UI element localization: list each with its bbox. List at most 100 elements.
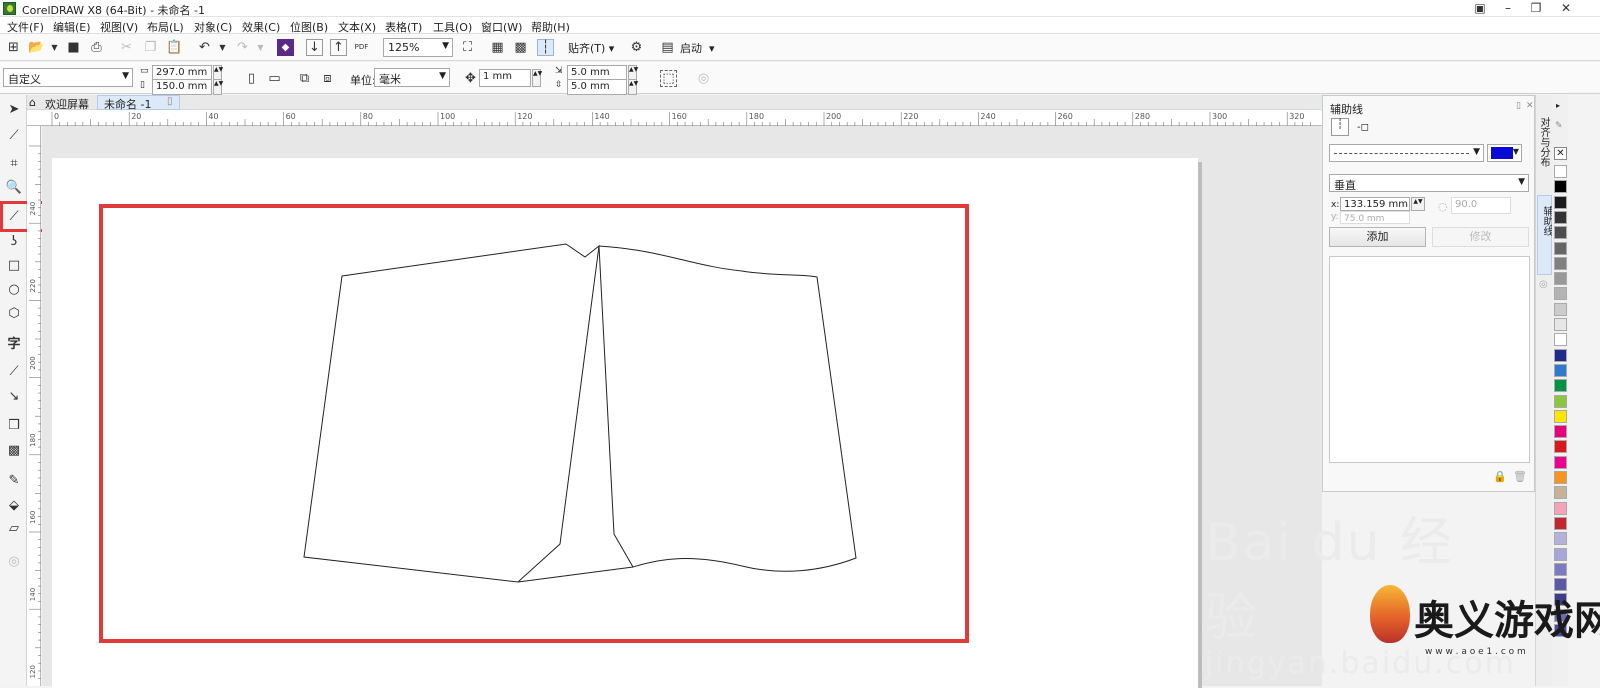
palette-swatch[interactable]: [1554, 532, 1567, 546]
palette-swatch[interactable]: [1554, 455, 1567, 469]
corel-connect-icon[interactable]: ◆: [277, 39, 294, 56]
palette-swatch[interactable]: [1554, 379, 1567, 393]
print-icon[interactable]: ⎙: [88, 39, 105, 56]
interactive-fill-icon[interactable]: ⬙: [4, 495, 24, 515]
palette-swatch[interactable]: [1554, 486, 1567, 500]
palette-swatch[interactable]: [1554, 287, 1567, 301]
no-color-swatch[interactable]: ✕: [1554, 147, 1567, 160]
current-page-icon[interactable]: ⧈: [319, 70, 336, 87]
pick-tool-icon[interactable]: ➤: [4, 99, 24, 119]
menu-layout[interactable]: 布局(L): [147, 19, 184, 35]
undo-dropdown-icon[interactable]: ▼: [214, 39, 231, 56]
palette-swatch[interactable]: [1554, 210, 1567, 224]
menu-tools[interactable]: 工具(O): [433, 19, 472, 35]
page-size-preset-select[interactable]: 自定义 ▼: [3, 68, 133, 87]
palette-swatch[interactable]: [1554, 348, 1567, 362]
palette-swatch[interactable]: [1554, 516, 1567, 530]
add-guide-button[interactable]: 添加: [1329, 227, 1426, 247]
full-screen-icon[interactable]: ⛶: [459, 39, 476, 56]
menu-bitmaps[interactable]: 位图(B): [290, 19, 328, 35]
add-tool-icon[interactable]: ◎: [4, 551, 24, 571]
nudge-spinner[interactable]: ▲▼: [532, 69, 542, 87]
text-tool-icon[interactable]: 字: [4, 332, 24, 352]
minimize-button[interactable]: –: [1494, 0, 1522, 17]
polygon-tool-icon[interactable]: ⬡: [4, 303, 24, 323]
palette-swatch[interactable]: [1554, 333, 1567, 347]
guide-x-spinner[interactable]: ▲▼: [1411, 197, 1425, 211]
palette-swatch[interactable]: [1554, 195, 1567, 209]
palette-swatch[interactable]: [1554, 363, 1567, 377]
menu-edit[interactable]: 编辑(E): [53, 19, 91, 35]
line-style-select[interactable]: ▼: [1329, 144, 1484, 162]
all-pages-icon[interactable]: ⧉: [296, 70, 313, 87]
paste-icon[interactable]: 📋: [166, 39, 183, 56]
guide-y-field[interactable]: 75.0 mm: [1340, 211, 1410, 224]
close-button[interactable]: ✕: [1552, 0, 1580, 17]
help-icon[interactable]: ▣: [1466, 0, 1494, 17]
page-height-field[interactable]: 150.0 mm: [152, 79, 212, 95]
guide-color-picker[interactable]: ▼: [1487, 144, 1522, 162]
menu-text[interactable]: 文本(X): [338, 19, 376, 35]
guide-type-icon[interactable]: ┆: [1331, 118, 1349, 136]
menu-view[interactable]: 视图(V): [100, 19, 138, 35]
new-document-icon[interactable]: ⊞: [5, 39, 22, 56]
palette-swatch[interactable]: [1554, 440, 1567, 454]
connector-tool-icon[interactable]: ↘: [4, 386, 24, 406]
crop-tool-icon[interactable]: ⌗: [4, 153, 24, 173]
ellipse-tool-icon[interactable]: ○: [4, 279, 24, 299]
tab-close-icon[interactable]: ▯: [167, 96, 173, 107]
palette-swatch[interactable]: [1554, 425, 1567, 439]
export-icon[interactable]: ↑: [330, 39, 347, 56]
import-icon[interactable]: ↓: [306, 39, 323, 56]
palette-swatch[interactable]: [1554, 272, 1567, 286]
palette-swatch[interactable]: [1554, 241, 1567, 255]
home-icon[interactable]: ⌂: [29, 96, 36, 109]
docker-pin-icon[interactable]: ▯: [1516, 101, 1521, 111]
modify-guide-button[interactable]: 修改: [1432, 227, 1529, 247]
guide-orientation-select[interactable]: 垂直 ▼: [1329, 174, 1529, 192]
nudge-distance-field[interactable]: 1 mm: [479, 69, 531, 87]
undo-icon[interactable]: ↶: [196, 39, 213, 56]
palette-swatch[interactable]: [1554, 180, 1567, 194]
palette-swatch[interactable]: [1554, 562, 1567, 576]
eyedropper-icon[interactable]: ✎: [4, 470, 24, 490]
page-border-icon[interactable]: ⬚: [660, 70, 677, 87]
drop-shadow-icon[interactable]: ❒: [4, 415, 24, 435]
palette-swatch[interactable]: [1554, 226, 1567, 240]
snap-to-button[interactable]: 贴齐(T) ▾: [568, 40, 614, 56]
menu-file[interactable]: 文件(F): [7, 19, 44, 35]
palette-swatch[interactable]: [1554, 409, 1567, 423]
palette-scroll-up-icon[interactable]: ▸: [1556, 101, 1560, 110]
tab-guidelines-active[interactable]: 辅助线: [1537, 195, 1552, 275]
portrait-icon[interactable]: ▯: [243, 70, 260, 87]
landscape-icon[interactable]: ▭: [266, 70, 283, 87]
guide-x-field[interactable]: 133.159 mm: [1340, 197, 1410, 211]
show-guidelines-icon[interactable]: ┆: [537, 39, 554, 56]
parallel-dimension-icon[interactable]: ⟋: [4, 361, 24, 381]
copy-icon[interactable]: ❐: [142, 39, 159, 56]
redo-dropdown-icon[interactable]: ▼: [252, 39, 269, 56]
redo-icon[interactable]: ↷: [234, 39, 251, 56]
palette-swatch[interactable]: [1554, 256, 1567, 270]
zoom-tool-icon[interactable]: 🔍: [4, 177, 24, 197]
palette-swatch[interactable]: [1554, 471, 1567, 484]
show-grid-icon[interactable]: ▩: [512, 39, 529, 56]
smart-fill-icon[interactable]: ▱: [4, 518, 24, 538]
rectangle-tool-icon[interactable]: □: [4, 255, 24, 275]
guide-lock-icon[interactable]: -◻: [1357, 122, 1369, 133]
menu-object[interactable]: 对象(C): [194, 19, 232, 35]
publish-pdf-icon[interactable]: PDF: [353, 39, 370, 56]
lock-guide-icon[interactable]: 🔒: [1493, 470, 1507, 483]
drawing-workspace[interactable]: [42, 126, 1322, 688]
page-height-spinner[interactable]: ▲▼: [213, 79, 223, 95]
open-icon[interactable]: 📂: [28, 39, 45, 56]
save-icon[interactable]: ■: [65, 39, 82, 56]
options-gear-icon[interactable]: ⚙: [628, 39, 645, 56]
guides-list[interactable]: [1329, 256, 1530, 463]
palette-swatch[interactable]: [1554, 318, 1567, 331]
units-select[interactable]: 毫米 ▼: [374, 68, 450, 87]
quick-customize-icon[interactable]: ◎: [695, 70, 712, 87]
delete-guide-icon[interactable]: 🗑: [1513, 470, 1527, 483]
palette-swatch[interactable]: [1554, 302, 1567, 316]
restore-button[interactable]: ❐: [1522, 0, 1550, 17]
